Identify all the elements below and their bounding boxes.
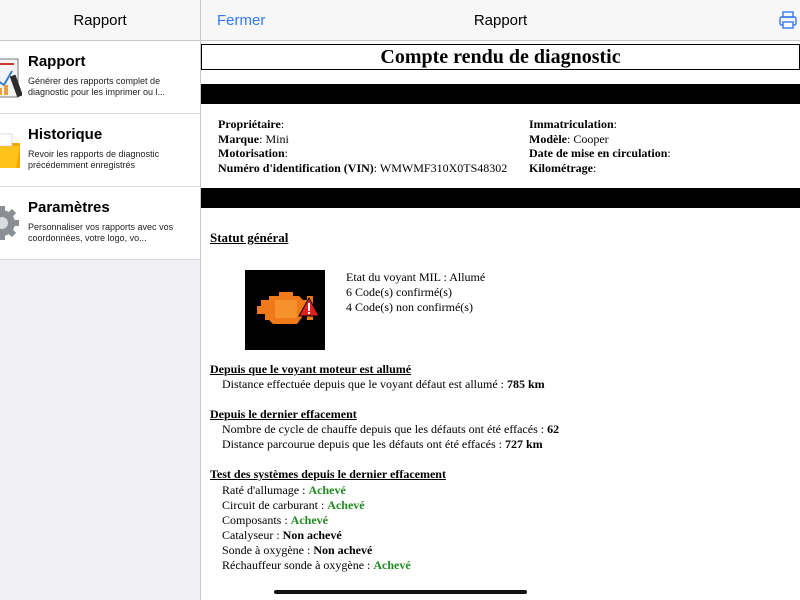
general-status-title: Statut général — [210, 230, 289, 245]
test-row: Composants : Achevé — [222, 513, 328, 527]
since-mil-distance: Distance effectuée depuis que le voyant … — [222, 377, 545, 391]
sidebar-item-desc: Revoir les rapports de diagnostic précéd… — [28, 149, 160, 170]
divider-bar — [201, 188, 800, 208]
unconfirmed-codes: 4 Code(s) non confirmé(s) — [346, 300, 473, 314]
vehicle-info-left: Propriétaire: Marque: Mini Motorisation:… — [218, 117, 507, 175]
plate-row: Immatriculation: — [529, 117, 617, 131]
nav-title: Rapport — [473, 12, 528, 29]
test-row: Sonde à oxygène : Non achevé — [222, 543, 373, 557]
since-clear-distance: Distance parcourue depuis que les défaut… — [222, 437, 543, 451]
sidebar-item-title: Paramètres — [28, 199, 110, 216]
printer-icon[interactable] — [778, 10, 798, 30]
tests-title: Test des systèmes depuis le dernier effa… — [210, 467, 446, 481]
test-row: Raté d'allumage : Achevé — [222, 483, 346, 497]
folder-icon — [0, 133, 20, 168]
report-title-box: Compte rendu de diagnostic — [201, 44, 800, 70]
sidebar-item-rapport[interactable]: Rapport Générer des rapports complet de … — [0, 41, 200, 114]
sidebar-item-title: Rapport — [28, 53, 86, 70]
model-row: Modèle: Cooper — [529, 131, 609, 146]
brand-row: Marque: Mini — [218, 131, 289, 146]
report-title: Compte rendu de diagnostic — [380, 45, 621, 68]
check-engine-warning-icon — [245, 270, 325, 350]
warmup-cycles: Nombre de cycle de chauffe depuis que le… — [222, 422, 560, 436]
test-row: Catalyseur : Non achevé — [222, 528, 342, 542]
confirmed-codes: 6 Code(s) confirmé(s) — [346, 285, 452, 299]
vin-row: Numéro d'identification (VIN): WMWMF310X… — [218, 160, 508, 175]
mil-state: Etat du voyant MIL : Allumé — [346, 270, 486, 284]
vehicle-info-right: Immatriculation: Modèle: Cooper Date de … — [529, 117, 671, 175]
since-clear-title: Depuis le dernier effacement — [210, 407, 357, 421]
sidebar-item-title: Historique — [28, 126, 103, 143]
since-mil-title: Depuis que le voyant moteur est allumé — [210, 362, 412, 376]
date-row: Date de mise en circulation: — [529, 146, 671, 161]
sidebar-item-historique[interactable]: Historique Revoir les rapports de diagno… — [0, 114, 200, 187]
home-indicator[interactable] — [274, 590, 527, 594]
test-row: Circuit de carburant : Achevé — [222, 498, 365, 512]
engine-row: Motorisation: — [218, 146, 288, 161]
divider-bar — [201, 84, 800, 104]
gear-icon — [0, 206, 19, 240]
sidebar-item-desc: Personnaliser vos rapports avec vos coor… — [28, 222, 174, 243]
sidebar-item-desc: Générer des rapports complet de diagnost… — [28, 76, 166, 97]
navbar: Fermer Rapport — [201, 0, 800, 41]
test-row: Réchauffeur sonde à oxygène : Achevé — [222, 558, 411, 572]
sidebar-header: Rapport — [0, 0, 200, 41]
mileage-row: Kilométrage: — [529, 160, 597, 175]
owner-row: Propriétaire: — [218, 117, 285, 131]
report-icon — [0, 58, 22, 98]
sidebar-title: Rapport — [73, 11, 127, 29]
sidebar: Rapport Rapport Générer des rapports com… — [0, 0, 201, 600]
sidebar-item-parametres[interactable]: Paramètres Personnaliser vos rapports av… — [0, 187, 200, 260]
report-panel: Fermer Rapport Compte rendu de diagnosti… — [201, 0, 800, 600]
